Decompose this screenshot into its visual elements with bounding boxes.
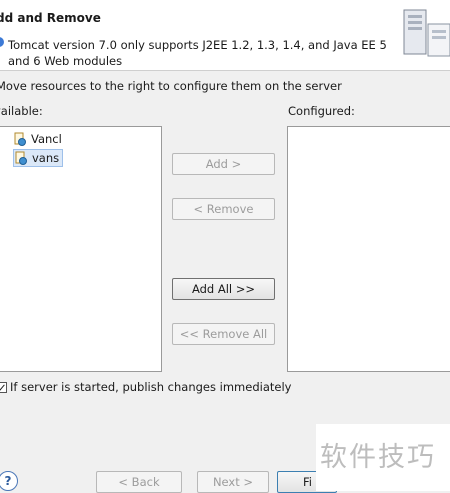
available-item-vans[interactable]: vans	[13, 149, 64, 167]
instruction-text: Move resources to the right to configure…	[0, 79, 342, 93]
available-item-label: vans	[32, 151, 60, 165]
header-message: Tomcat version 7.0 only supports J2EE 1.…	[8, 38, 387, 68]
publish-checkbox[interactable]	[0, 381, 7, 393]
next-button[interactable]: Next >	[197, 471, 269, 493]
web-project-icon	[14, 132, 26, 146]
configured-label: Configured:	[288, 104, 355, 118]
info-icon	[0, 37, 4, 47]
watermark-text: 软件技巧	[316, 424, 450, 491]
available-list[interactable]: Vancl vans	[0, 126, 162, 372]
publish-option[interactable]: If server is started, publish changes im…	[0, 380, 291, 394]
web-project-icon	[15, 151, 27, 165]
server-wizard-icon	[403, 9, 450, 57]
remove-button[interactable]: < Remove	[172, 198, 275, 220]
help-icon[interactable]: ?	[0, 471, 18, 491]
wizard-header: dd and Remove Tomcat version 7.0 only su…	[0, 0, 450, 71]
remove-all-button[interactable]: << Remove All	[172, 323, 275, 345]
publish-label: If server is started, publish changes im…	[10, 380, 292, 394]
configured-list[interactable]	[287, 126, 450, 372]
back-button[interactable]: < Back	[96, 471, 182, 493]
available-item-label: Vancl	[31, 132, 62, 146]
available-label: vailable:	[0, 104, 43, 118]
page-title: dd and Remove	[0, 11, 101, 25]
available-item-vancl[interactable]: Vancl	[13, 131, 62, 147]
add-all-button[interactable]: Add All >>	[172, 278, 275, 300]
add-button[interactable]: Add >	[172, 153, 275, 175]
